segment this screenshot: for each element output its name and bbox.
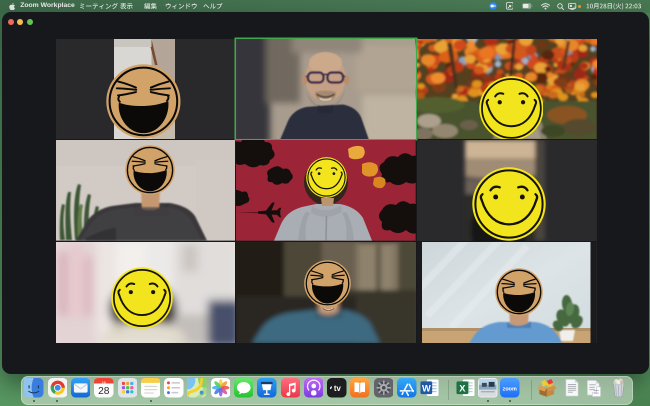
svg-text:W: W <box>422 384 431 394</box>
svg-text:zoom: zoom <box>503 387 517 393</box>
svg-text:X: X <box>459 384 466 394</box>
svg-text:28: 28 <box>98 386 110 397</box>
svg-text:10: 10 <box>102 381 106 385</box>
svg-text:tv: tv <box>334 385 342 394</box>
